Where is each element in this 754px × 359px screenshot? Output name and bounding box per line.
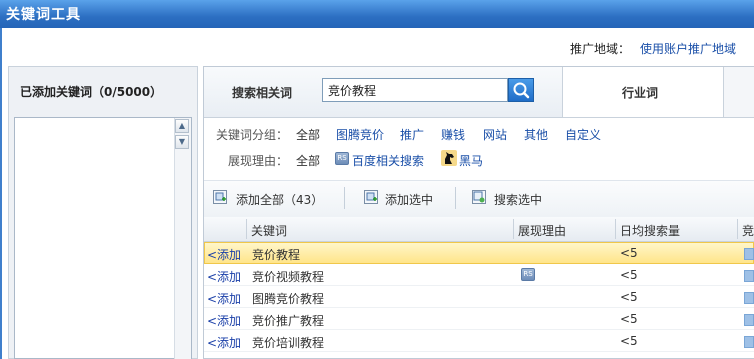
keyword-cell: 竞价视频教程 (252, 270, 325, 284)
competition-bar (744, 314, 754, 326)
volume-cell: <5 (620, 290, 638, 304)
add-keyword-link[interactable]: <添加 (207, 246, 241, 263)
add-selected-button[interactable]: 添加选中 (385, 191, 433, 208)
add-keyword-link[interactable]: <添加 (207, 312, 241, 329)
reason-filter-label: 展现理由： (228, 154, 289, 168)
competition-bar (744, 292, 754, 304)
keyword-search-input[interactable] (322, 78, 508, 102)
tab-industry-label: 行业词 (622, 86, 659, 100)
scroll-up-icon[interactable]: ▲ (175, 119, 189, 133)
add-keyword-link[interactable]: <添加 (207, 290, 241, 307)
group-filter-label: 关键词分组： (216, 128, 289, 142)
add-all-icon (213, 190, 227, 204)
keyword-cell: 竞价教程 (252, 248, 301, 262)
competition-bar (744, 248, 754, 260)
add-selected-icon (364, 190, 378, 204)
add-keyword-link[interactable]: <添加 (207, 268, 241, 285)
group-filter-custom[interactable]: 自定义 (565, 126, 601, 143)
region-link[interactable]: 使用账户推广地域 (640, 40, 736, 57)
column-divider (615, 219, 616, 239)
scroll-down-icon[interactable]: ▼ (175, 135, 189, 149)
volume-cell: <5 (620, 268, 638, 282)
volume-cell: <5 (620, 246, 638, 260)
search-selected-button[interactable]: 搜索选中 (494, 191, 542, 208)
keyword-cell: 图腾竞价教程 (252, 292, 325, 306)
group-filter-other[interactable]: 其他 (524, 126, 548, 143)
rs-icon: RS (335, 152, 349, 165)
volume-cell: <5 (620, 334, 638, 348)
search-selected-icon (472, 190, 486, 204)
rs-icon: RS (521, 268, 535, 281)
group-filter-all[interactable]: 全部 (296, 126, 320, 143)
region-label: 推广地域： (570, 42, 631, 56)
add-keyword-link[interactable]: <添加 (207, 334, 241, 351)
black-horse-icon (441, 150, 457, 166)
window-frame-left (0, 28, 2, 359)
group-filter-website[interactable]: 网站 (483, 126, 507, 143)
col-keyword[interactable]: 关键词 (251, 222, 287, 239)
column-divider (737, 219, 738, 239)
keyword-cell: 竞价培训教程 (252, 336, 325, 350)
window-title: 关键词工具 (6, 7, 81, 23)
search-button[interactable] (508, 78, 534, 102)
added-keywords-scrollbar[interactable] (174, 118, 191, 359)
group-filter-earn[interactable]: 赚钱 (441, 126, 465, 143)
added-keywords-title: 已添加关键词（0/5000） (20, 85, 163, 99)
title-bar: 关键词工具 (0, 0, 754, 28)
col-competition[interactable]: 竞 (742, 222, 754, 239)
group-filter-promotion[interactable]: 推广 (400, 126, 424, 143)
competition-bar (744, 336, 754, 348)
competition-bar (744, 270, 754, 282)
group-filter-tuteng[interactable]: 图腾竞价 (336, 126, 384, 143)
reason-filter-all[interactable]: 全部 (296, 152, 320, 169)
toolbar-divider (455, 187, 456, 209)
add-all-button[interactable]: 添加全部（43） (236, 191, 323, 208)
column-divider (246, 219, 247, 239)
added-keywords-list[interactable] (14, 117, 192, 359)
toolbar-divider (344, 187, 345, 209)
col-reason[interactable]: 展现理由 (518, 222, 566, 239)
keyword-cell: 竞价推广教程 (252, 314, 325, 328)
reason-filter-baidu[interactable]: 百度相关搜索 (352, 152, 424, 169)
magnifier-icon (513, 82, 530, 99)
volume-cell: <5 (620, 312, 638, 326)
col-daily-volume[interactable]: 日均搜索量 (620, 222, 680, 239)
tab-search-related-label: 搜索相关词 (232, 86, 293, 100)
reason-filter-heima[interactable]: 黑马 (459, 152, 483, 169)
column-divider (513, 219, 514, 239)
